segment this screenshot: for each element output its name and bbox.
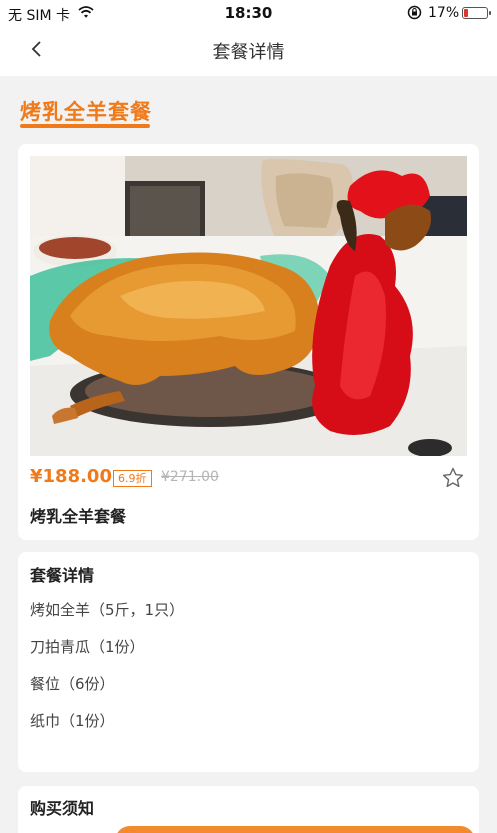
product-name: 烤乳全羊套餐 [30, 507, 127, 526]
detail-item: 餐位（6份） [30, 675, 115, 693]
page-title: 套餐详情 [212, 42, 285, 63]
battery-percent: 17% [428, 5, 460, 21]
package-detail-card: 套餐详情 烤如全羊（5斤，1只） 刀拍青瓜（1份） 餐位（6份） 纸巾（1份） [18, 552, 479, 772]
detail-title: 套餐详情 [30, 566, 95, 585]
battery-icon [462, 7, 491, 19]
product-image[interactable] [30, 156, 467, 456]
original-price: ¥271.00 [161, 469, 219, 485]
battery-level-fill [464, 9, 469, 17]
section-title: 烤乳全羊套餐 [20, 100, 152, 124]
orientation-lock-icon [407, 5, 422, 24]
notice-title: 购买须知 [30, 799, 95, 818]
status-bar: 无 SIM 卡 18:30 17% [0, 0, 497, 26]
nav-bar: 套餐详情 [0, 26, 497, 76]
detail-item: 刀拍青瓜（1份） [30, 638, 145, 656]
detail-item: 烤如全羊（5斤，1只） [30, 601, 185, 619]
product-card: ¥188.00 6.9折 ¥271.00 烤乳全羊套餐 [18, 144, 479, 540]
detail-item: 纸巾（1份） [30, 712, 115, 730]
star-outline-icon[interactable] [441, 466, 465, 490]
discount-badge: 6.9折 [113, 470, 152, 487]
price-row: ¥188.00 6.9折 ¥271.00 [30, 466, 467, 492]
current-price: ¥188.00 [30, 466, 112, 487]
section-title-underline [20, 124, 150, 128]
status-time: 18:30 [224, 4, 273, 22]
buy-button[interactable] [115, 826, 475, 833]
